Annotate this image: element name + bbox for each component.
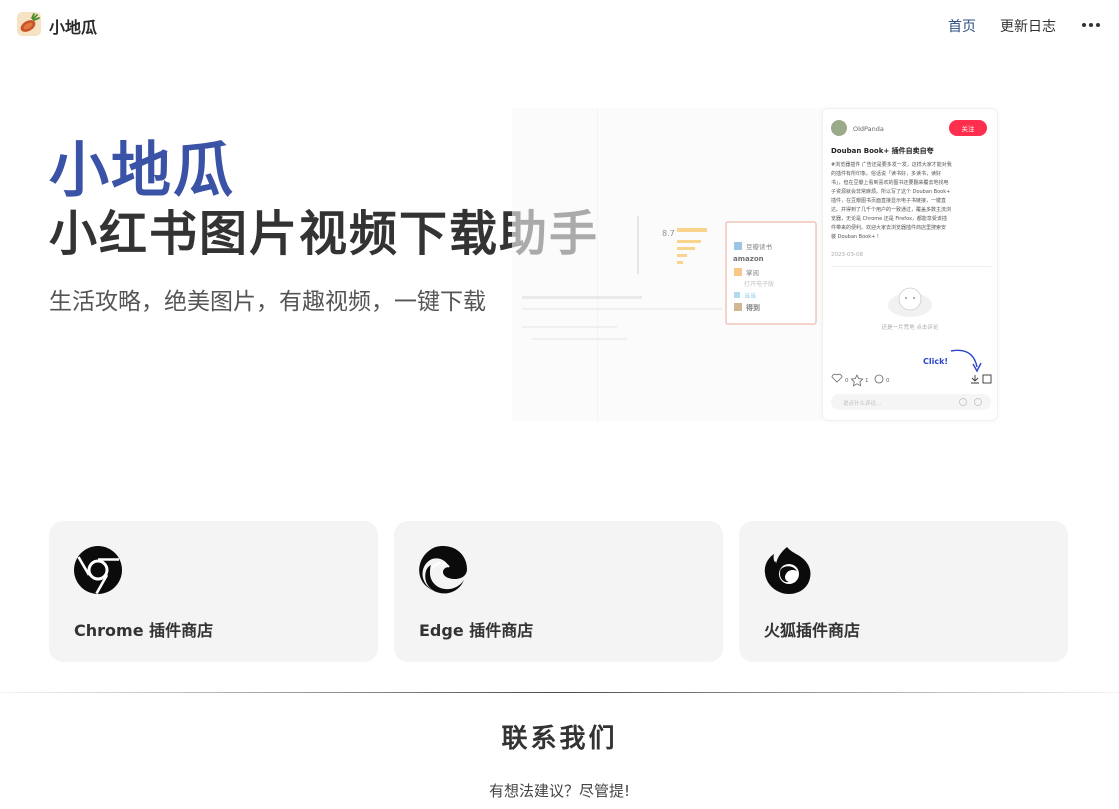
chrome-icon bbox=[73, 545, 123, 595]
section-divider bbox=[0, 692, 1119, 693]
edge-icon bbox=[418, 545, 468, 595]
post-date: 2023-03-08 bbox=[831, 252, 863, 258]
chrome-store-label: Chrome 插件商店 bbox=[74, 621, 214, 640]
like-count: 0 bbox=[845, 378, 849, 384]
comment-input-placeholder: 说点什么评论... bbox=[843, 399, 881, 407]
firefox-store-card[interactable]: 火狐插件商店 bbox=[739, 521, 1068, 662]
post-line: 子资源就会非常麻烦。所以写了这个 Douban Book+ bbox=[831, 188, 950, 195]
hero-title: 小地瓜 bbox=[49, 136, 235, 206]
post-line: 达。并得到了几千个用户的一致通过，覆盖多数主流浏 bbox=[831, 206, 951, 213]
screenshot-xhs-post: OldPanda 关注 Douban Book+ 插件自卖自夸 #浏览器插件 广… bbox=[822, 108, 998, 421]
firefox-icon bbox=[763, 545, 813, 595]
top-header: 小地瓜 首页 更新日志 bbox=[0, 0, 1119, 50]
post-username: OldPanda bbox=[853, 125, 884, 133]
store-item-douban: 豆瓣读书 bbox=[746, 242, 773, 251]
store-item-dangdang: 当当 bbox=[744, 292, 756, 300]
post-line: 件带来的便利。欢迎大家去浏览器插件商店里搜索安 bbox=[831, 224, 946, 231]
post-line: 插件，在豆瓣图书页面直接显示电子书链接，一键直 bbox=[831, 197, 946, 204]
contact-subtitle: 有想法建议？尽管提! bbox=[488, 782, 630, 800]
rating-value: 8.7 bbox=[662, 229, 675, 238]
product-screenshot: 8.7 豆瓣读书 amazon 掌阅 打开电子版 当当 得到 OldPanda … bbox=[512, 108, 998, 421]
comment-count: 0 bbox=[886, 378, 890, 384]
post-title: Douban Book+ 插件自卖自夸 bbox=[831, 146, 935, 155]
empty-comment-text: 还是一片荒地 点击评论 bbox=[882, 323, 939, 331]
store-item-ebook: 打开电子版 bbox=[744, 280, 774, 288]
hero-tagline: 生活攻略，绝美图片，有趣视频，一键下载 bbox=[49, 289, 486, 315]
chrome-store-card[interactable]: Chrome 插件商店 bbox=[49, 521, 378, 662]
screenshot-douban-page: 8.7 豆瓣读书 amazon 掌阅 打开电子版 当当 得到 bbox=[512, 108, 822, 421]
follow-button: 关注 bbox=[962, 124, 976, 133]
sweet-potato-logo-icon[interactable] bbox=[17, 12, 41, 36]
edge-store-card[interactable]: Edge 插件商店 bbox=[394, 521, 723, 662]
post-line: 装 Douban Book+ ! bbox=[831, 233, 879, 240]
more-horizontal-icon[interactable] bbox=[1080, 14, 1102, 36]
brand-name[interactable]: 小地瓜 bbox=[49, 14, 97, 38]
store-item-zhangyue: 掌阅 bbox=[746, 268, 759, 277]
store-item-amazon: amazon bbox=[733, 255, 764, 263]
firefox-store-label: 火狐插件商店 bbox=[764, 621, 861, 640]
contact-title: 联系我们 bbox=[501, 724, 618, 754]
edge-store-label: Edge 插件商店 bbox=[419, 621, 534, 640]
post-line: 览器，无论是 Chrome 还是 Firefox，都能享受该插 bbox=[831, 215, 947, 222]
star-count: 1 bbox=[865, 378, 869, 384]
store-item-dedao: 得到 bbox=[745, 303, 760, 312]
nav-changelog[interactable]: 更新日志 bbox=[1000, 16, 1056, 36]
post-line: #浏览器插件 广告还是要多发一发，这样大家才能对我 bbox=[831, 161, 952, 168]
click-hint: Click! bbox=[923, 357, 948, 366]
nav-home[interactable]: 首页 bbox=[948, 16, 976, 36]
post-line: 的插件有所印象。俗话说「读书好，多读书，读好 bbox=[831, 170, 941, 177]
post-line: 书」，但在豆瓣上看到喜欢的图书还要翻来覆去地找电 bbox=[831, 179, 949, 186]
